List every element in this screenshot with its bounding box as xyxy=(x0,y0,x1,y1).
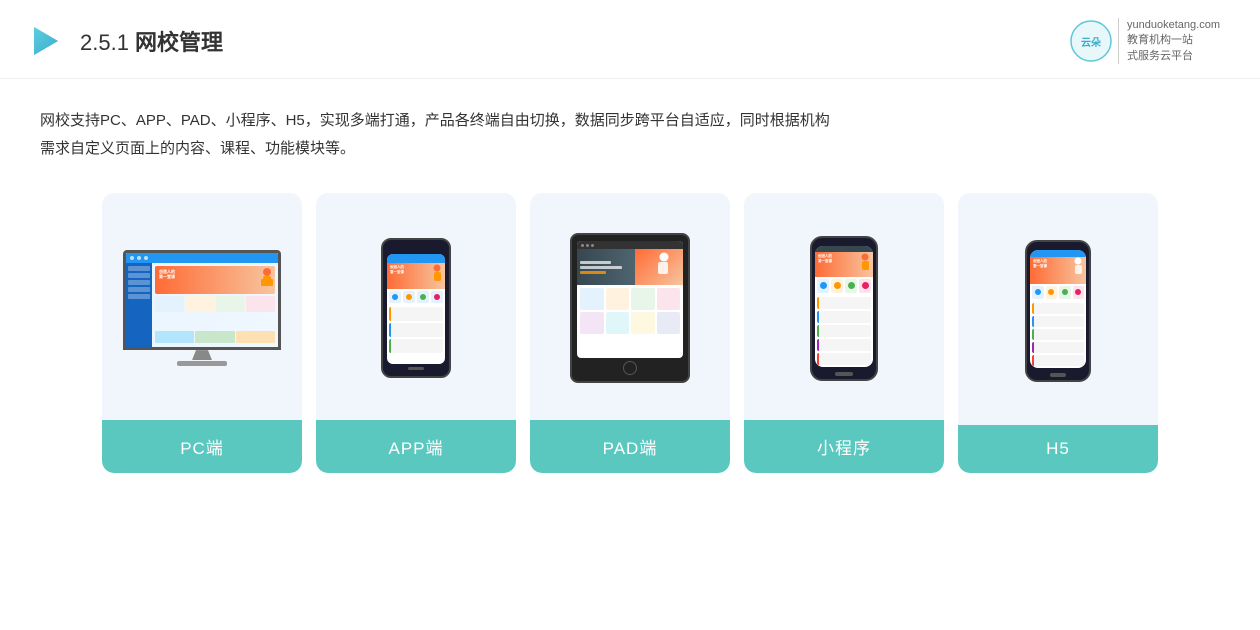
svg-text:云朵: 云朵 xyxy=(1081,37,1101,49)
h5-phone-home xyxy=(1050,373,1066,377)
phone-notch xyxy=(405,246,427,251)
h5-phone-notch xyxy=(1047,242,1069,250)
pc-monitor-mockup: 创造人的第一堂课 xyxy=(123,250,281,366)
card-pad-label: PAD端 xyxy=(530,420,730,473)
card-app-image: 创进人的第一堂课 xyxy=(316,193,516,420)
card-h5-image: 创进人的第一堂课 xyxy=(958,193,1158,425)
tablet-home-button xyxy=(623,361,637,375)
header: 2.5.1 网校管理 云朵 yunduoketang.com 教育机构一站 式服… xyxy=(0,0,1260,79)
card-h5: 创进人的第一堂课 xyxy=(958,193,1158,473)
description-line1: 网校支持PC、APP、PAD、小程序、H5，实现多端打通，产品各终端自由切换，数… xyxy=(40,107,1220,135)
h5-phone-screen: 创进人的第一堂课 xyxy=(1030,250,1086,368)
description-line2: 需求自定义页面上的内容、课程、功能模块等。 xyxy=(40,135,1220,163)
description: 网校支持PC、APP、PAD、小程序、H5，实现多端打通，产品各终端自由切换，数… xyxy=(0,79,1260,173)
card-app: 创进人的第一堂课 xyxy=(316,193,516,473)
card-h5-label: H5 xyxy=(958,425,1158,473)
card-pc: 创造人的第一堂课 xyxy=(102,193,302,473)
monitor-base xyxy=(177,361,227,366)
brand-text: yunduoketang.com 教育机构一站 式服务云平台 xyxy=(1118,18,1220,64)
miniapp-phone-mockup: 创进人的第一堂课 xyxy=(810,236,878,381)
card-pad: PAD端 xyxy=(530,193,730,473)
header-left: 2.5.1 网校管理 xyxy=(30,23,223,59)
cards-section: 创造人的第一堂课 xyxy=(0,173,1260,493)
pad-tablet-mockup xyxy=(570,233,690,383)
tablet-screen xyxy=(577,241,683,358)
logo-arrow-icon xyxy=(30,23,66,59)
card-miniapp-image: 创进人的第一堂课 xyxy=(744,193,944,420)
card-pc-image: 创造人的第一堂课 xyxy=(102,193,302,420)
card-miniapp-label: 小程序 xyxy=(744,420,944,473)
h5-phone-mockup: 创进人的第一堂课 xyxy=(1025,240,1091,382)
phone-screen: 创进人的第一堂课 xyxy=(387,254,445,364)
card-pc-label: PC端 xyxy=(102,420,302,473)
card-miniapp: 创进人的第一堂课 xyxy=(744,193,944,473)
phone-home-button xyxy=(408,367,424,370)
brand-icon: 云朵 xyxy=(1070,20,1112,62)
page: 2.5.1 网校管理 云朵 yunduoketang.com 教育机构一站 式服… xyxy=(0,0,1260,630)
phone-new-screen: 创进人的第一堂课 xyxy=(815,246,873,367)
monitor-stand xyxy=(192,350,212,360)
card-pad-image xyxy=(530,193,730,420)
app-phone-mockup: 创进人的第一堂课 xyxy=(381,238,451,378)
page-title: 2.5.1 网校管理 xyxy=(80,25,223,57)
monitor-screen: 创造人的第一堂课 xyxy=(123,250,281,350)
phone-new-notch xyxy=(833,238,855,246)
card-app-label: APP端 xyxy=(316,420,516,473)
phone-new-home xyxy=(835,372,853,376)
brand-logo: 云朵 yunduoketang.com 教育机构一站 式服务云平台 xyxy=(1070,18,1220,64)
